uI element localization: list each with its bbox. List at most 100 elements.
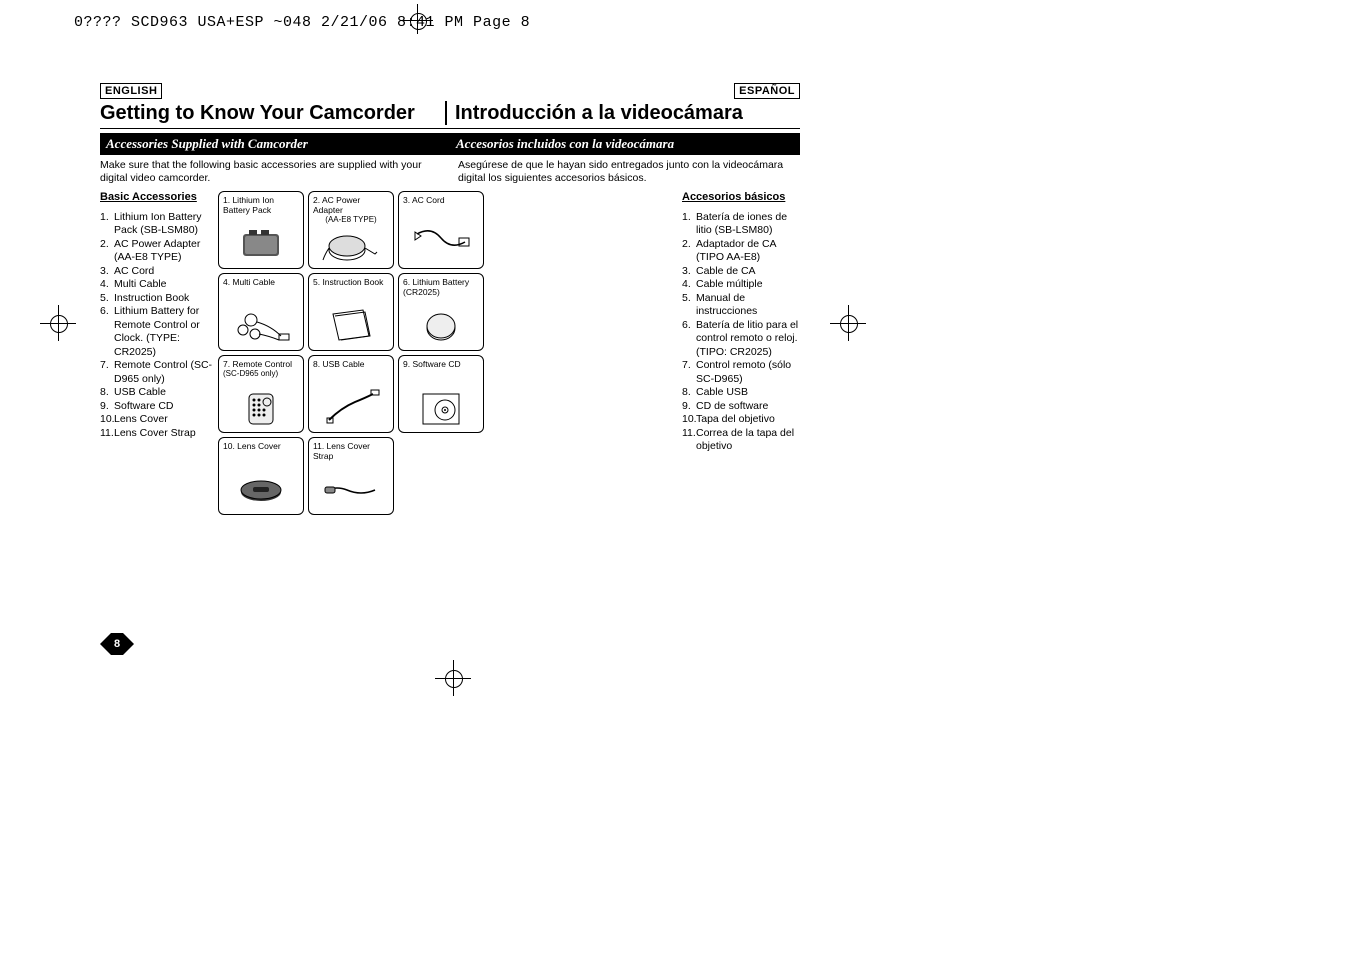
section-title-en: Getting to Know Your Camcorder [100, 101, 445, 125]
list-text: Instruction Book [114, 292, 214, 306]
registration-mark-bottom [435, 660, 471, 696]
list-number: 11. [100, 427, 114, 441]
list-text: Correa de la tapa del objetivo [696, 427, 800, 454]
accessory-label: 2. AC Power Adapter [313, 195, 389, 215]
lenscover-icon [219, 470, 303, 510]
list-text: Control remoto (sólo SC-D965) [696, 359, 800, 386]
list-item: 2.Adaptador de CA (TIPO AA-E8) [682, 238, 800, 265]
list-number: 2. [682, 238, 696, 265]
list-item: 11.Lens Cover Strap [100, 427, 214, 441]
accessory-label: 8. USB Cable [313, 359, 389, 369]
list-number: 4. [100, 278, 114, 292]
list-number: 2. [100, 238, 114, 265]
list-text: AC Cord [114, 265, 214, 279]
list-text: Manual de instrucciones [696, 292, 800, 319]
multicable-icon [219, 306, 303, 346]
accessory-tile: 1. Lithium Ion Battery Pack [218, 191, 304, 269]
accessory-tile: 10. Lens Cover [218, 437, 304, 515]
list-number: 5. [682, 292, 696, 319]
intro-text-es: Asegúrese de que le hayan sido entregado… [450, 159, 800, 185]
list-item: 8.USB Cable [100, 386, 214, 400]
list-item: 5.Instruction Book [100, 292, 214, 306]
accessory-tile: 3. AC Cord [398, 191, 484, 269]
accessory-label: 1. Lithium Ion Battery Pack [223, 195, 299, 215]
list-item: 8.Cable USB [682, 386, 800, 400]
coin-icon [399, 306, 483, 346]
list-item: 6.Lithium Battery for Remote Control or … [100, 305, 214, 359]
list-number: 3. [100, 265, 114, 279]
accessory-sublabel: (SC-D965 only) [223, 369, 299, 379]
list-text: Cable múltiple [696, 278, 800, 292]
list-item: 2.AC Power Adapter (AA-E8 TYPE) [100, 238, 214, 265]
accessory-label: 6. Lithium Battery (CR2025) [403, 277, 479, 297]
list-text: Remote Control (SC-D965 only) [114, 359, 214, 386]
battery-icon [219, 224, 303, 264]
accessory-label: 11. Lens Cover Strap [313, 441, 389, 461]
list-item: 1.Batería de iones de litio (SB-LSM80) [682, 211, 800, 238]
accessory-label: 10. Lens Cover [223, 441, 299, 451]
list-number: 1. [100, 211, 114, 238]
list-number: 9. [100, 400, 114, 414]
list-number: 7. [100, 359, 114, 386]
print-slug: 0???? SCD963 USA+ESP ~048 2/21/06 8:41 P… [74, 14, 530, 31]
section-title-es: Introducción a la videocámara [445, 101, 800, 125]
accessory-label: 7. Remote Control [223, 359, 299, 369]
list-text: Cable USB [696, 386, 800, 400]
accessory-list-en: Basic Accessories 1.Lithium Ion Battery … [100, 191, 214, 515]
list-item: 7.Control remoto (sólo SC-D965) [682, 359, 800, 386]
remote-icon [219, 388, 303, 428]
list-text: Batería de iones de litio (SB-LSM80) [696, 211, 800, 238]
list-item: 7.Remote Control (SC-D965 only) [100, 359, 214, 386]
registration-mark-top [409, 10, 427, 32]
list-item: 10.Tapa del objetivo [682, 413, 800, 427]
list-text: Lithium Ion Battery Pack (SB-LSM80) [114, 211, 214, 238]
list-text: Cable de CA [696, 265, 800, 279]
registration-mark-left [40, 305, 76, 341]
list-number: 1. [682, 211, 696, 238]
book-icon [309, 306, 393, 346]
list-number: 4. [682, 278, 696, 292]
list-text: Tapa del objetivo [696, 413, 800, 427]
list-item: 6.Batería de litio para el control remot… [682, 319, 800, 360]
list-item: 10.Lens Cover [100, 413, 214, 427]
list-item: 3.AC Cord [100, 265, 214, 279]
subsection-bar-es: Accesorios incluidos con la videocámara [450, 133, 800, 155]
list-number: 10. [100, 413, 114, 427]
list-item: 1.Lithium Ion Battery Pack (SB-LSM80) [100, 211, 214, 238]
accessory-tile: 6. Lithium Battery (CR2025) [398, 273, 484, 351]
list-item: 9.Software CD [100, 400, 214, 414]
list-text: Adaptador de CA (TIPO AA-E8) [696, 238, 800, 265]
list-text: Lens Cover Strap [114, 427, 214, 441]
accessory-tile: 11. Lens Cover Strap [308, 437, 394, 515]
accessory-tile: 8. USB Cable [308, 355, 394, 433]
language-label-spanish: ESPAÑOL [734, 83, 800, 99]
accessory-label: 9. Software CD [403, 359, 479, 369]
title-rule [100, 128, 800, 129]
accessory-label: 5. Instruction Book [313, 277, 389, 287]
list-number: 8. [100, 386, 114, 400]
list-text: Lens Cover [114, 413, 214, 427]
list-item: 11.Correa de la tapa del objetivo [682, 427, 800, 454]
accessory-tile: 4. Multi Cable [218, 273, 304, 351]
list-number: 11. [682, 427, 696, 454]
accessory-grid: 1. Lithium Ion Battery Pack 2. AC Power A… [218, 191, 488, 515]
strap-icon [309, 470, 393, 510]
accessory-tile: 5. Instruction Book [308, 273, 394, 351]
list-number: 7. [682, 359, 696, 386]
list-number: 6. [100, 305, 114, 359]
list-number: 6. [682, 319, 696, 360]
accessory-label: 3. AC Cord [403, 195, 479, 205]
list-number: 3. [682, 265, 696, 279]
language-label-english: ENGLISH [100, 83, 162, 99]
list-item: 9.CD de software [682, 400, 800, 414]
list-number: 8. [682, 386, 696, 400]
intro-text-en: Make sure that the following basic acces… [100, 159, 450, 185]
usb-icon [309, 388, 393, 428]
accessory-tile: 7. Remote Control(SC-D965 only) [218, 355, 304, 433]
accessory-list-es: Accesorios básicos 1.Batería de iones de… [678, 191, 800, 515]
list-heading-en: Basic Accessories [100, 191, 214, 205]
list-item: 5.Manual de instrucciones [682, 292, 800, 319]
accessory-label: 4. Multi Cable [223, 277, 299, 287]
list-text: AC Power Adapter (AA-E8 TYPE) [114, 238, 214, 265]
accessory-tile: 9. Software CD [398, 355, 484, 433]
